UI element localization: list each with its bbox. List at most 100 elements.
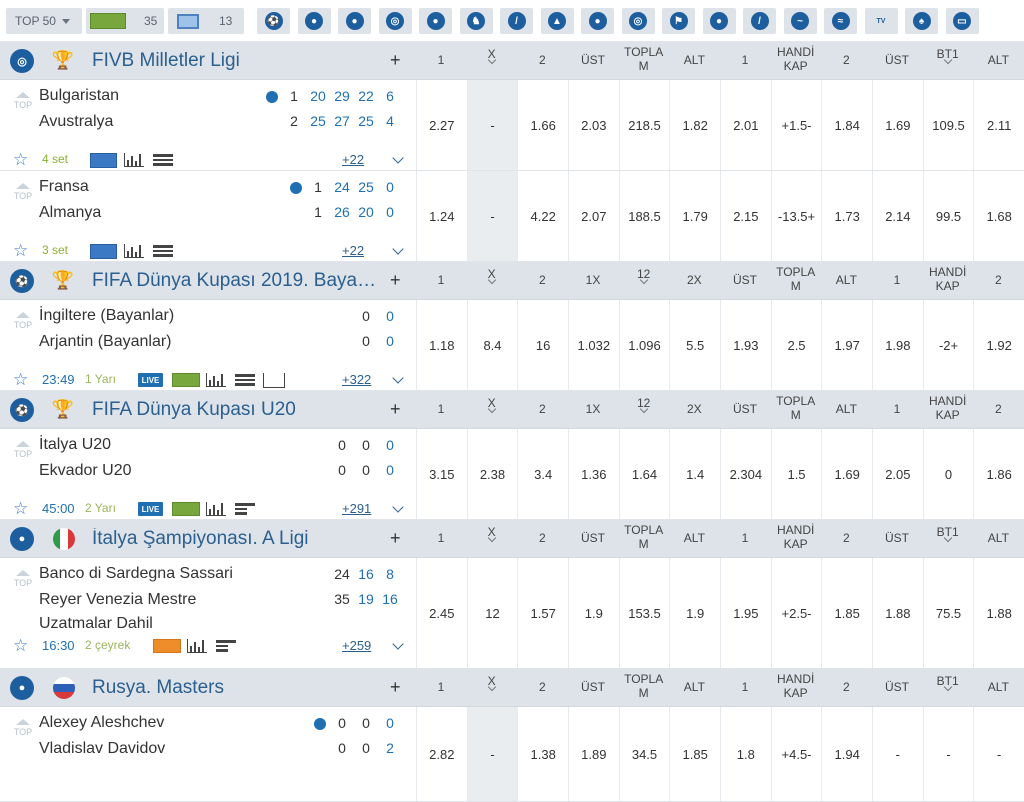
odds-cell[interactable]: 1.032 — [568, 300, 619, 390]
team-home[interactable]: İtalya U20 — [39, 436, 111, 454]
sport-tab-horse-racing[interactable]: ♞ — [459, 8, 493, 34]
odds-cell[interactable]: 2.01 — [720, 80, 771, 170]
volleyball-court-icon[interactable] — [90, 244, 117, 259]
odds-cell[interactable]: 1.38 — [517, 707, 568, 801]
odds-cell[interactable]: - — [973, 707, 1024, 801]
league-header[interactable]: ● İtalya Şampiyonası. A Ligi +1 X 2 ÜST TOPLA M… — [0, 520, 1024, 558]
team-home[interactable]: Fransa — [39, 178, 89, 196]
odds-cell[interactable]: 1.73 — [821, 171, 872, 261]
odds-cell[interactable]: 1.86 — [973, 429, 1024, 519]
sport-tab-rugby[interactable]: ● — [702, 8, 736, 34]
odds-cell[interactable]: 1.85 — [669, 707, 720, 801]
favorite-star-icon[interactable]: ☆ — [13, 150, 28, 170]
league-header[interactable]: ⚽ 🏆 FIFA Dünya Kupası 2019. Bayanlar +1 X 2 1X… — [0, 262, 1024, 300]
team-away[interactable]: Ekvador U20 — [39, 462, 132, 480]
sport-tab-badminton[interactable]: / — [743, 8, 776, 34]
statistics-icon[interactable] — [124, 153, 144, 167]
list-icon[interactable] — [153, 154, 173, 168]
odds-cell[interactable]: 1.82 — [669, 80, 720, 170]
team-away[interactable]: Almanya — [39, 204, 101, 222]
odds-cell[interactable]: 8.4 — [466, 300, 518, 390]
odds-cell[interactable]: - — [872, 707, 923, 801]
live-video-filter[interactable]: 13 — [168, 8, 244, 34]
list-icon[interactable] — [153, 245, 173, 259]
volleyball-court-icon[interactable] — [90, 153, 117, 168]
league-name[interactable]: FIVB Milletler Ligi — [92, 50, 240, 72]
odds-cell[interactable]: 188.5 — [618, 171, 670, 261]
live-icon[interactable]: LIVE — [138, 373, 163, 387]
odds-cell[interactable]: 1.84 — [821, 80, 872, 170]
sport-tab-basketball[interactable]: ● — [297, 8, 331, 34]
odds-cell[interactable]: 1.68 — [973, 171, 1024, 261]
odds-cell[interactable]: 1.88 — [872, 558, 923, 668]
odds-cell[interactable]: 1.69 — [821, 429, 872, 519]
list-icon[interactable] — [216, 640, 236, 654]
odds-cell[interactable]: 1.66 — [517, 80, 568, 170]
statistics-icon[interactable] — [206, 502, 226, 516]
league-name[interactable]: Rusya. Masters — [92, 677, 224, 699]
odds-cell[interactable]: 34.5 — [618, 707, 670, 801]
sport-tab-golf[interactable]: ⚑ — [662, 8, 695, 34]
expand-league-button[interactable]: + — [390, 528, 401, 549]
odds-cell[interactable]: 2.5 — [770, 300, 822, 390]
team-home[interactable]: Banco di Sardegna Sassari — [39, 565, 233, 583]
match-row[interactable]: TOP İtalya U20 Ekvador U20 0 0 0 0 0 0 ☆ 45:00 2 Ya… — [0, 429, 1024, 520]
sport-tab-dog-racing[interactable]: ≈ — [824, 8, 857, 34]
odds-cell[interactable]: 1.94 — [821, 707, 872, 801]
sport-tab-hockey[interactable]: / — [500, 8, 533, 34]
more-bets-link[interactable]: +291 — [342, 501, 371, 516]
odds-cell[interactable]: 2.304 — [720, 429, 771, 519]
team-away[interactable]: Reyer Venezia Mestre — [39, 591, 196, 609]
pitch-icon[interactable] — [172, 502, 200, 516]
top-pin-button[interactable]: TOP — [10, 441, 36, 459]
favorite-star-icon[interactable]: ☆ — [13, 499, 28, 519]
league-name[interactable]: FIFA Dünya Kupası 2019. Bayanlar — [92, 270, 384, 292]
sport-tab-billiards[interactable]: ▲ — [540, 8, 574, 34]
expand-league-button[interactable]: + — [390, 399, 401, 420]
live-pitch-filter[interactable]: 35 — [86, 8, 164, 34]
odds-cell[interactable]: 1.57 — [517, 558, 568, 668]
statistics-icon[interactable] — [124, 244, 144, 258]
odds-cell[interactable]: 1.85 — [821, 558, 872, 668]
odds-cell[interactable]: 1.89 — [568, 707, 619, 801]
expand-league-button[interactable]: + — [390, 50, 401, 71]
odds-cell[interactable]: 2.11 — [973, 80, 1024, 170]
odds-cell[interactable]: 2.14 — [872, 171, 923, 261]
odds-cell[interactable]: 2.82 — [416, 707, 467, 801]
favorite-star-icon[interactable]: ☆ — [13, 636, 28, 656]
sport-tab-ice-hockey[interactable]: ● — [581, 8, 614, 34]
sport-tab-football[interactable]: ⚽ — [257, 8, 290, 34]
odds-cell[interactable]: 1.92 — [973, 300, 1024, 390]
odds-cell[interactable]: 1.95 — [720, 558, 771, 668]
top-pin-button[interactable]: TOP — [10, 312, 36, 330]
team-home[interactable]: İngiltere (Bayanlar) — [39, 307, 174, 325]
more-bets-link[interactable]: +22 — [342, 152, 364, 167]
odds-cell[interactable]: 1.18 — [416, 300, 467, 390]
expand-league-button[interactable]: + — [390, 677, 401, 698]
expand-league-button[interactable]: + — [390, 270, 401, 291]
odds-cell[interactable]: 1.24 — [416, 171, 467, 261]
court-icon[interactable] — [153, 639, 181, 653]
sport-tab-tennis[interactable]: ● — [338, 8, 371, 34]
sport-tab-table-tennis[interactable]: ● — [419, 8, 452, 34]
odds-cell[interactable]: 1.98 — [872, 300, 923, 390]
top-pin-button[interactable]: TOP — [10, 183, 36, 201]
odds-cell[interactable]: 1.69 — [872, 80, 923, 170]
pitch-icon[interactable] — [172, 373, 200, 387]
more-bets-link[interactable]: +259 — [342, 638, 371, 653]
favorite-star-icon[interactable]: ☆ — [13, 241, 28, 261]
match-row[interactable]: TOP Bulgaristan Avustralya 1 20 29 22 6 2 25 27 25 4… — [0, 80, 1024, 171]
odds-cell[interactable]: 1.5 — [770, 429, 822, 519]
more-bets-link[interactable]: +322 — [342, 372, 371, 387]
chevron-down-icon[interactable] — [392, 638, 404, 650]
sport-tab-esports[interactable]: ▭ — [945, 8, 979, 34]
odds-cell[interactable]: 2.05 — [872, 429, 923, 519]
odds-cell[interactable]: 1.9 — [568, 558, 619, 668]
chevron-down-icon[interactable] — [392, 501, 404, 513]
odds-cell[interactable]: 2.03 — [568, 80, 619, 170]
league-name[interactable]: İtalya Şampiyonası. A Ligi — [92, 528, 309, 550]
top-pin-button[interactable]: TOP — [10, 570, 36, 588]
match-row[interactable]: TOP Banco di Sardegna Sassari Reyer Venezi… — [0, 558, 1024, 669]
odds-cell[interactable]: 1.4 — [669, 429, 720, 519]
match-row[interactable]: TOP İngiltere (Bayanlar) Arjantin (Bayanla… — [0, 300, 1024, 391]
